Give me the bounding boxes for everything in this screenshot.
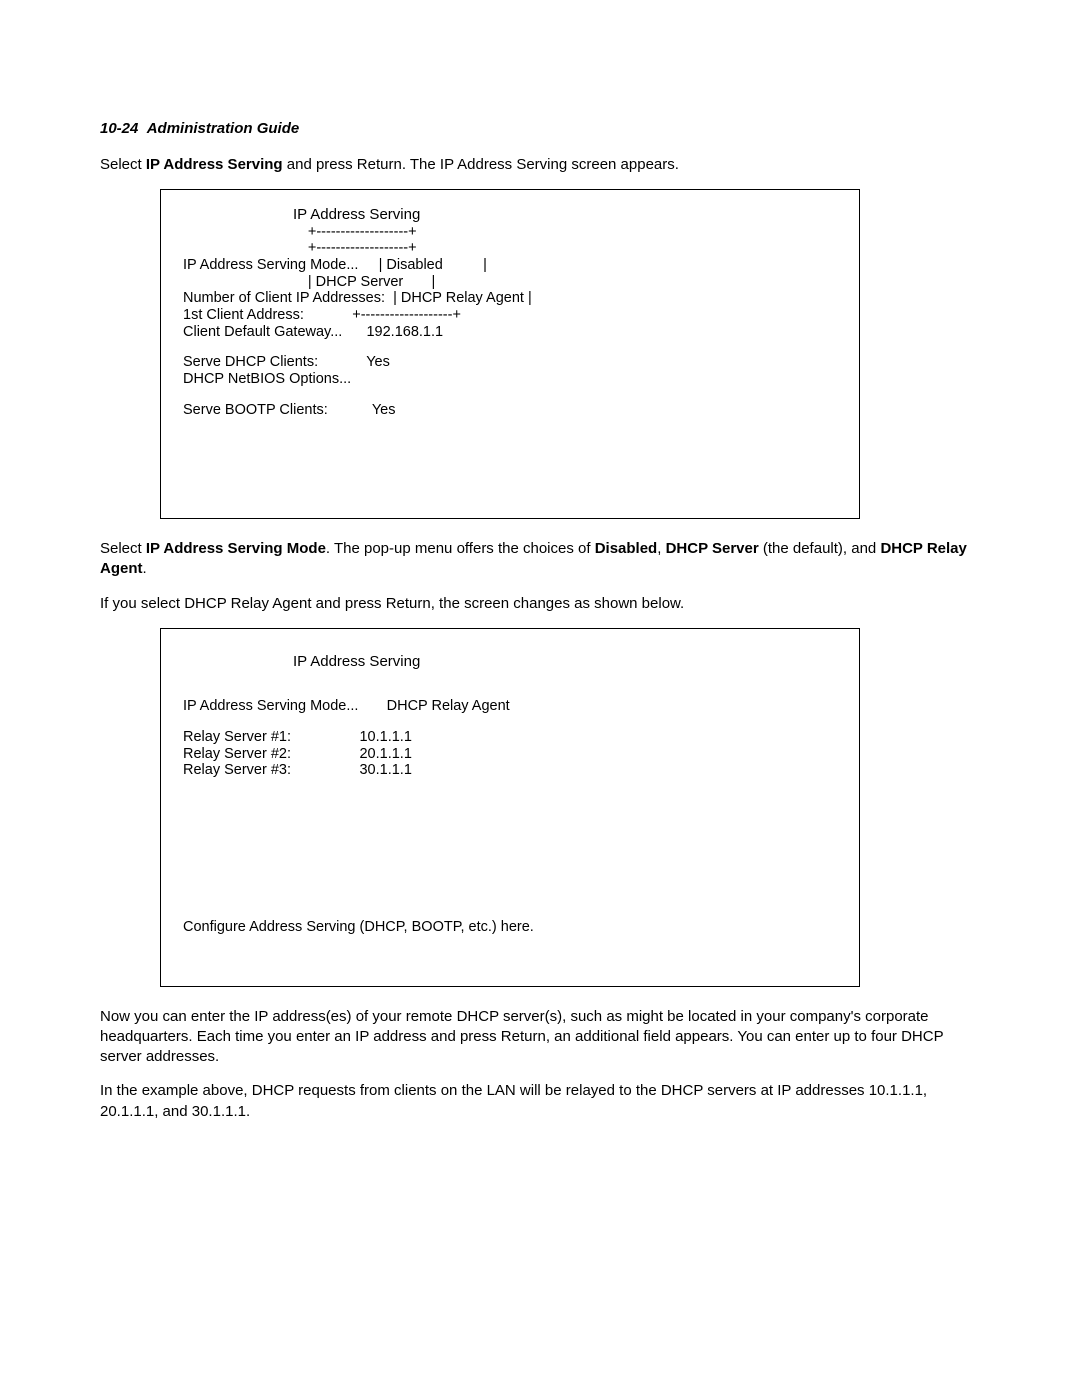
bold-disabled: Disabled (595, 540, 658, 557)
guide-title: Administration Guide (147, 120, 300, 137)
terminal-screen-2: IP Address Serving IP Address Serving Mo… (160, 628, 860, 987)
screen2-rs3: Relay Server #3: 30.1.1.1 (183, 762, 837, 779)
paragraph-4: Now you can enter the IP address(es) of … (100, 1007, 980, 1068)
screen1-numclients-line: Number of Client IP Addresses: | DHCP Re… (183, 290, 837, 307)
screen2-mode-line: IP Address Serving Mode... DHCP Relay Ag… (183, 698, 837, 715)
screen1-netbios-line: DHCP NetBIOS Options... (183, 371, 837, 388)
text: Select (100, 540, 146, 557)
bold-mode: IP Address Serving Mode (146, 540, 326, 557)
text: (the default), and (759, 540, 881, 557)
bold-ip-address-serving: IP Address Serving (146, 156, 283, 173)
text: . (143, 560, 147, 577)
page-content: 10-24 Administration Guide Select IP Add… (0, 0, 1080, 1196)
screen2-rs2: Relay Server #2: 20.1.1.1 (183, 746, 837, 763)
page-header: 10-24 Administration Guide (100, 120, 980, 137)
screen1-mode-line: IP Address Serving Mode... | Disabled | (183, 257, 837, 274)
screen1-title: IP Address Serving (183, 206, 837, 223)
screen1-gateway-line: Client Default Gateway... 192.168.1.1 (183, 324, 837, 341)
screen1-rule: +-------------------+ (183, 224, 837, 241)
screen1-rule2: +-------------------+ (183, 240, 837, 257)
text: Select (100, 156, 146, 173)
paragraph-3: If you select DHCP Relay Agent and press… (100, 594, 980, 614)
screen1-serve-bootp-line: Serve BOOTP Clients: Yes (183, 402, 837, 419)
screen1-serve-dhcp-line: Serve DHCP Clients: Yes (183, 354, 837, 371)
screen2-footer: Configure Address Serving (DHCP, BOOTP, … (183, 919, 837, 936)
screen2-title: IP Address Serving (183, 653, 837, 670)
paragraph-5: In the example above, DHCP requests from… (100, 1081, 980, 1122)
screen2-rs1: Relay Server #1: 10.1.1.1 (183, 729, 837, 746)
bold-dhcp-server: DHCP Server (666, 540, 759, 557)
terminal-screen-1: IP Address Serving +-------------------+… (160, 189, 860, 519)
page-ref: 10-24 (100, 120, 138, 137)
text: . The pop-up menu offers the choices of (326, 540, 595, 557)
screen1-dhcpserver-line: | DHCP Server | (183, 274, 837, 291)
intro-paragraph-1: Select IP Address Serving and press Retu… (100, 155, 980, 175)
paragraph-2: Select IP Address Serving Mode. The pop-… (100, 539, 980, 580)
text: , (657, 540, 665, 557)
text: and press Return. The IP Address Serving… (283, 156, 679, 173)
screen1-firstclient-line: 1st Client Address: +-------------------… (183, 307, 837, 324)
